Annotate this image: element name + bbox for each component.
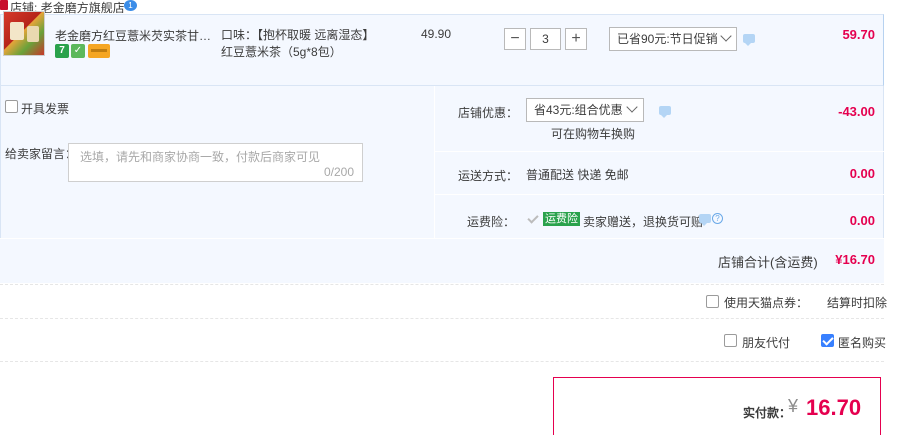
message-label: 给卖家留言： — [5, 147, 78, 161]
product-title-link[interactable]: 老金磨方红豆薏米芡实茶甘草茯... — [55, 27, 217, 44]
product-thumbnail[interactable] — [3, 11, 45, 56]
tmall-points-label: 使用天猫点券： — [724, 296, 809, 310]
insurance-chat-icon[interactable] — [699, 214, 711, 226]
friend-pay-label: 朋友代付 — [742, 336, 791, 350]
shop-total-value: ¥16.70 — [835, 252, 875, 267]
product-sku: 口味：【抱杯取暖 远离湿态】红豆薏米茶（5g*8包） — [221, 28, 375, 59]
shipping-method: 普通配送 快递 免邮 — [526, 168, 629, 182]
item-promo-selected: 已省90元:节日促销 — [617, 32, 718, 46]
tmall-points-checkbox[interactable] — [706, 295, 719, 308]
shop-discount-select[interactable]: 省43元:组合优惠 — [526, 98, 644, 122]
guarantee-icon[interactable]: ✓ — [71, 44, 85, 58]
message-char-count: 0/200 — [324, 165, 355, 179]
7-day-return-icon[interactable]: 7 — [55, 44, 69, 58]
column-divider — [434, 86, 435, 238]
shipping-value: 0.00 — [849, 166, 875, 181]
order-item-row — [0, 14, 884, 86]
promo-chat-icon[interactable] — [743, 34, 755, 46]
freight-insurance-label: 运费险： — [467, 215, 516, 229]
shop-discount-label: 店铺优惠： — [458, 106, 519, 120]
row-divider — [435, 151, 884, 152]
shop-total-label: 店铺合计(含运费) — [718, 255, 818, 270]
wangwang-badge-icon[interactable]: 1 — [124, 0, 137, 11]
section-divider — [0, 361, 884, 362]
invoice-label: 开具发票 — [21, 102, 70, 116]
shop-discount-note: 可在购物车换购 — [551, 127, 636, 141]
section-divider — [0, 284, 884, 285]
payment-amount: 16.70 — [806, 395, 862, 420]
shop-name-link[interactable]: 老金磨方旗舰店 — [41, 1, 125, 15]
friend-pay-checkbox[interactable] — [724, 334, 737, 347]
shop-icon — [0, 0, 8, 10]
anonymous-label: 匿名购买 — [838, 336, 887, 350]
item-promo-select[interactable]: 已省90元:节日促销 — [609, 27, 737, 51]
shop-discount-selected: 省43元:组合优惠 — [534, 103, 623, 117]
anonymous-checkbox[interactable] — [821, 334, 834, 347]
shop-discount-value: -43.00 — [838, 104, 875, 119]
discount-chat-icon[interactable] — [659, 106, 671, 118]
freight-insurance-tag: 运费险 — [543, 212, 580, 226]
quantity-increase-button[interactable]: + — [565, 28, 587, 50]
row-divider — [435, 194, 884, 195]
shipping-label: 运送方式： — [458, 169, 519, 183]
chevron-down-icon — [626, 101, 638, 113]
freight-insurance-desc: 卖家赠送，退换货可赔 — [583, 215, 704, 229]
payment-label: 实付款： — [743, 406, 792, 420]
help-icon[interactable]: ? — [712, 213, 723, 224]
unit-price: 49.90 — [421, 27, 452, 41]
tmall-points-note: 结算时扣除 — [827, 296, 888, 310]
card-pay-icon[interactable] — [88, 44, 110, 58]
freight-insurance-check-icon — [527, 213, 539, 225]
section-divider — [0, 318, 884, 319]
invoice-checkbox[interactable] — [5, 100, 18, 113]
payment-currency: ¥ — [788, 396, 799, 416]
item-subtotal: 59.70 — [842, 27, 875, 42]
chevron-down-icon — [720, 30, 732, 42]
quantity-decrease-button[interactable]: − — [504, 28, 526, 50]
freight-insurance-value: 0.00 — [849, 213, 875, 228]
message-placeholder: 选填，请先和商家协商一致，付款后商家可见 — [80, 150, 321, 164]
quantity-input[interactable]: 3 — [530, 28, 561, 50]
